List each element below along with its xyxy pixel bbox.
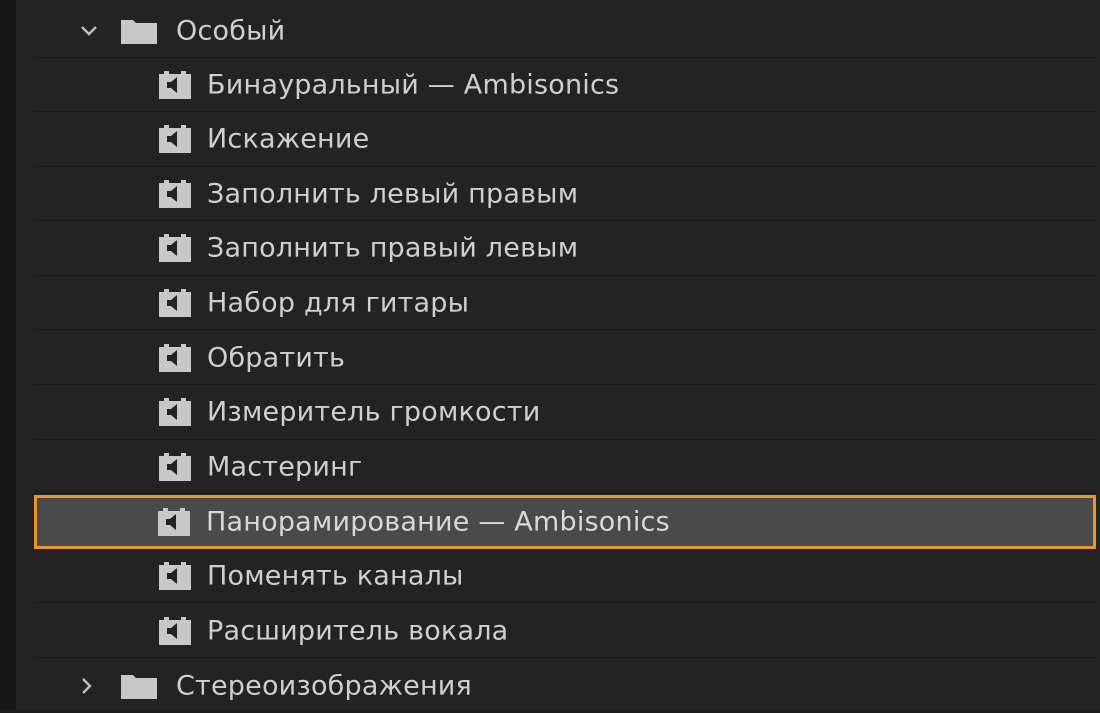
- audio-effect-icon: [159, 561, 191, 590]
- effects-panel: Особый Бинауральный — Ambisonics Искажени…: [0, 0, 1100, 710]
- audio-effect-icon: [159, 125, 191, 154]
- audio-effect-icon: [159, 398, 191, 427]
- folder-row-stereo[interactable]: Стереоизображения: [34, 659, 1096, 713]
- effect-item[interactable]: Расширитель вокала: [34, 604, 1096, 658]
- effect-item[interactable]: Мастеринг: [34, 440, 1096, 495]
- effect-label: Заполнить правый левым: [207, 232, 579, 264]
- effect-item[interactable]: Искажение: [34, 113, 1096, 167]
- effect-item[interactable]: Поменять каналы: [34, 549, 1096, 604]
- chevron-down-icon[interactable]: [78, 20, 100, 42]
- effect-label: Заполнить левый правым: [207, 178, 579, 210]
- effect-label: Расширитель вокала: [207, 615, 509, 646]
- effect-label: Набор для гитары: [207, 287, 470, 319]
- audio-effect-icon: [159, 343, 191, 372]
- audio-effect-icon: [159, 179, 191, 208]
- folder-icon: [121, 19, 157, 44]
- audio-effect-icon: [159, 288, 191, 317]
- effect-label: Бинауральный — Ambisonics: [207, 69, 620, 100]
- effect-label: Панорамирование — Ambisonics: [206, 506, 670, 538]
- folder-icon: [121, 675, 157, 699]
- effect-label: Поменять каналы: [207, 560, 464, 592]
- audio-effect-icon: [158, 507, 190, 536]
- audio-effect-icon: [159, 234, 191, 263]
- audio-effect-icon: [159, 616, 191, 645]
- effect-item[interactable]: Заполнить правый левым: [34, 222, 1096, 276]
- effect-item[interactable]: Панорамирование — Ambisonics: [34, 494, 1096, 549]
- chevron-right-icon[interactable]: [76, 675, 98, 697]
- effect-label: Измеритель громкости: [207, 396, 541, 428]
- effect-item[interactable]: Заполнить левый правым: [34, 167, 1096, 222]
- audio-effect-icon: [159, 70, 191, 99]
- effect-item[interactable]: Набор для гитары: [34, 276, 1096, 331]
- folder-label: Стереоизображения: [176, 670, 472, 702]
- effect-item[interactable]: Измеритель громкости: [34, 386, 1096, 440]
- audio-effect-icon: [159, 452, 191, 481]
- effect-item[interactable]: Обратить: [34, 331, 1096, 385]
- folder-label: Особый: [176, 15, 286, 46]
- effect-label: Обратить: [207, 342, 346, 373]
- effect-label: Мастеринг: [207, 451, 363, 483]
- effects-tree: Особый Бинауральный — Ambisonics Искажени…: [32, 0, 1100, 710]
- effect-label: Искажение: [207, 123, 370, 155]
- folder-row-osobyi[interactable]: Особый: [34, 4, 1096, 58]
- effect-item[interactable]: Бинауральный — Ambisonics: [34, 58, 1096, 112]
